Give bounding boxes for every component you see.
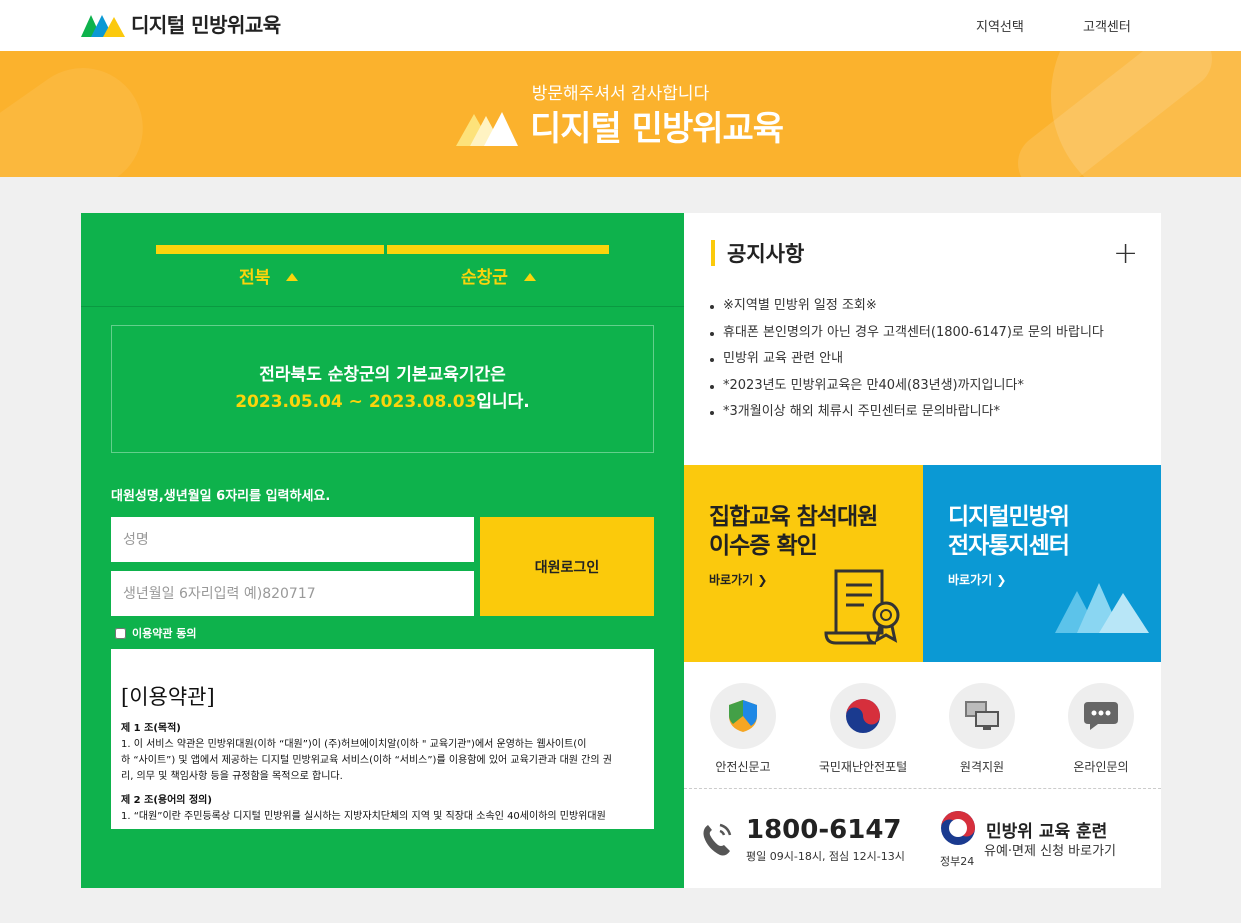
terms-line: 1. 이 서비스 약관은 민방위대원(이하 “대원”)이 (주)허브에이치알(이… <box>121 739 587 750</box>
tab-province[interactable]: 전북 <box>239 263 299 288</box>
terms-line: 제 2 조(용어의 정의) <box>121 795 212 806</box>
terms-line: 하 “사이트”) 및 앱에서 제공하는 디지털 민방위교육 서비스(이하 “서비… <box>121 755 612 766</box>
banner-title: 디지털 민방위교육 <box>456 101 784 150</box>
quick-link-label: 안전신문고 <box>715 760 771 774</box>
education-period-box: 전라북도 순창군의 기본교육기간은 2023.05.04 ~ 2023.08.0… <box>111 325 654 453</box>
gov24-label: 정부24 <box>940 855 975 868</box>
period-dates: 2023.05.04 ~ 2023.08.03 <box>235 392 477 412</box>
hero-banner: 방문해주셔서 감사합니다 디지털 민방위교육 <box>0 51 1241 177</box>
period-line: 전라북도 순창군의 기본교육기간은 <box>259 365 506 385</box>
terms-title: [이용약관] <box>121 685 215 709</box>
taegeuk-icon <box>846 699 880 733</box>
terms-line: 제 1 조(목적) <box>121 723 181 734</box>
quick-link-disaster-portal[interactable] <box>830 683 896 749</box>
phone-icon <box>703 823 732 856</box>
terms-line: 1. “대원”이란 주민등록상 디지털 민방위를 실시하는 지방자치단체의 지역… <box>121 811 606 822</box>
login-button[interactable]: 대원로그인 <box>480 517 654 616</box>
notice-item[interactable]: *3개월이상 해외 체류시 주민센터로 문의바랍니다* <box>710 399 1104 426</box>
notice-title: 공지사항 <box>727 242 805 266</box>
notice-item[interactable]: *2023년도 민방위교육은 만40세(83년생)까지입니다* <box>710 373 1104 400</box>
certificate-card-link[interactable]: 바로가기 ❯ <box>709 571 767 588</box>
top-bar: 디지털 민방위교육 지역선택 고객센터 <box>0 0 1241 51</box>
login-panel: 전북 순창군 전라북도 순창군의 기본교육기간은 2023.05.04 ~ 20… <box>81 213 684 888</box>
notice-center-card[interactable]: 디지털민방위 전자통지센터 바로가기 ❯ <box>923 465 1161 662</box>
nav-customer-center[interactable]: 고객센터 <box>1083 16 1131 35</box>
tab-province-indicator <box>156 245 384 254</box>
quick-link-safety-report[interactable] <box>710 683 776 749</box>
mountains-icon <box>1055 583 1149 633</box>
name-input[interactable] <box>111 517 474 562</box>
nav-region-select[interactable]: 지역선택 <box>976 16 1024 35</box>
terms-agree-checkbox[interactable] <box>115 627 126 639</box>
monitor-icon <box>965 701 999 730</box>
support-hours: 평일 09시-18시, 점심 12시-13시 <box>746 850 905 863</box>
period-suffix: 입니다. <box>476 392 530 412</box>
terms-agree-label: 이용약관 동의 <box>132 627 197 640</box>
terms-line: 리, 의무 및 책임사항 등을 규정함을 목적으로 합니다. <box>121 771 343 782</box>
tab-district[interactable]: 순창군 <box>461 263 536 288</box>
certificate-card[interactable]: 집합교육 참석대원 이수증 확인 바로가기 ❯ <box>684 465 923 662</box>
banner-title-text: 디지털 민방위교육 <box>530 109 784 149</box>
birthdate-input[interactable] <box>111 571 474 616</box>
quick-links: 안전신문고 국민재난안전포털 원격지원 온라인문의 <box>684 683 1161 788</box>
support-phone[interactable]: 1800-6147 <box>746 815 902 845</box>
notice-accent <box>711 240 715 266</box>
login-prompt: 대원성명,생년월일 6자리를 입력하세요. <box>111 489 331 504</box>
notice-item[interactable]: 휴대폰 본인명의가 아닌 경우 고객센터(1800-6147)로 문의 바랍니다 <box>710 320 1104 347</box>
caret-up-icon <box>286 273 299 281</box>
terms-spacer <box>121 785 644 793</box>
notice-item[interactable]: 민방위 교육 관련 안내 <box>710 346 1104 373</box>
tab-district-indicator <box>384 245 609 254</box>
site-name: 디지털 민방위교육 <box>131 13 281 37</box>
certificate-icon <box>824 569 900 645</box>
gov24-title[interactable]: 민방위 교육 훈련 <box>986 817 1107 842</box>
quick-link-label: 원격지원 <box>959 760 1005 774</box>
quick-link-label: 온라인문의 <box>1073 760 1129 774</box>
notice-more-button[interactable]: + <box>1113 239 1138 269</box>
info-panel: 공지사항 + ※지역별 민방위 일정 조회※ 휴대폰 본인명의가 아닌 경우 고… <box>684 213 1161 888</box>
site-logo[interactable]: 디지털 민방위교육 <box>81 9 281 38</box>
shield-icon <box>729 700 757 732</box>
caret-up-icon <box>523 273 536 281</box>
logo-mountains-icon <box>81 14 125 37</box>
quick-link-label: 국민재난안전포털 <box>818 760 908 774</box>
tab-province-label: 전북 <box>239 268 271 288</box>
quick-link-online-inquiry[interactable] <box>1068 683 1134 749</box>
gov24-logo-icon <box>941 811 975 845</box>
quick-link-remote-support[interactable] <box>949 683 1015 749</box>
terms-box[interactable]: [이용약관] 제 1 조(목적) 1. 이 서비스 약관은 민방위대원(이하 “… <box>111 649 654 829</box>
banner-mountains-icon <box>456 111 518 146</box>
notice-item[interactable]: ※지역별 민방위 일정 조회※ <box>710 293 1104 320</box>
certificate-card-title: 집합교육 참석대원 이수증 확인 <box>709 504 878 559</box>
divider <box>684 788 1161 789</box>
chat-icon <box>1084 702 1118 730</box>
notice-center-card-title: 디지털민방위 전자통지센터 <box>948 504 1070 559</box>
gov24-subtitle[interactable]: 유예·면제 신청 바로가기 <box>984 840 1116 859</box>
tab-district-label: 순창군 <box>461 268 508 288</box>
terms-agree[interactable]: 이용약관 동의 <box>115 625 197 641</box>
notice-list: ※지역별 민방위 일정 조회※ 휴대폰 본인명의가 아닌 경우 고객센터(180… <box>710 293 1104 426</box>
notice-center-card-link[interactable]: 바로가기 ❯ <box>948 571 1006 588</box>
divider <box>81 306 684 307</box>
